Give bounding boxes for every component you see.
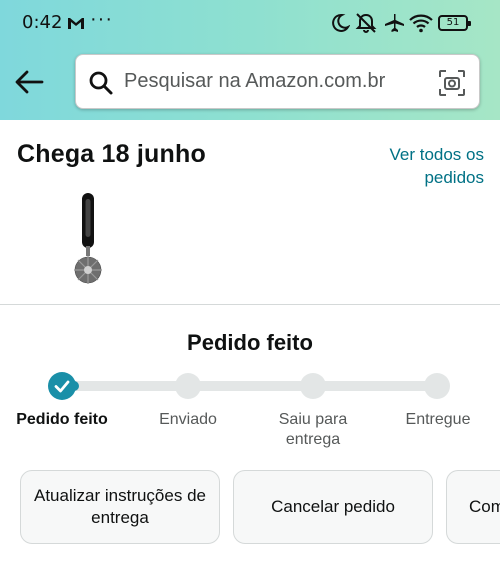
cancel-order-button[interactable]: Cancelar pedido (233, 470, 433, 544)
step-dot-pedido-feito (48, 372, 76, 400)
more-notifications-icon: ··· (90, 8, 113, 30)
checkmark-icon (54, 380, 70, 393)
search-bar[interactable] (75, 54, 480, 109)
delivery-date-heading: Chega 18 junho (17, 140, 206, 168)
progress-track (64, 381, 437, 391)
step-dot-entregue (424, 373, 450, 399)
view-all-orders-link[interactable]: Ver todos os pedidos (354, 143, 484, 189)
step-label-enviado: Enviado (159, 411, 217, 428)
product-thumbnail-pizza-cutter[interactable] (66, 190, 112, 290)
third-action-button[interactable]: Com (446, 470, 500, 544)
app-header: 0:42 ··· 51 (0, 0, 500, 120)
battery-icon: 51 (438, 15, 471, 31)
step-dot-saiu-para-entrega (300, 373, 326, 399)
status-time: 0:42 (22, 12, 63, 33)
section-divider (0, 304, 500, 305)
step-dot-enviado (175, 373, 201, 399)
status-bar: 0:42 ··· 51 (0, 0, 500, 46)
update-delivery-instructions-button[interactable]: Atualizar instruções de entrega (20, 470, 220, 544)
airplane-mode-icon (385, 14, 404, 32)
back-arrow-icon[interactable] (12, 64, 48, 100)
gmail-notification-icon (68, 18, 84, 29)
order-status-title: Pedido feito (187, 330, 313, 355)
step-label-saiu-para-entrega: Saiu para entrega (278, 411, 348, 448)
muted-bell-icon (355, 13, 377, 33)
do-not-disturb-moon-icon (332, 13, 350, 32)
step-label-entregue: Entregue (405, 411, 471, 428)
wifi-icon (409, 14, 433, 33)
camera-search-icon[interactable] (438, 69, 466, 97)
search-icon (89, 71, 113, 95)
search-input[interactable] (124, 55, 424, 108)
step-label-pedido-feito: Pedido feito (16, 411, 108, 428)
